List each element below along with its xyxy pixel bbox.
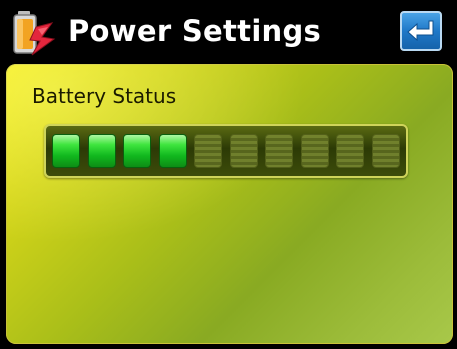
battery-segment-filled	[87, 134, 116, 168]
battery-segment-filled	[158, 134, 187, 168]
battery-segment-empty	[371, 134, 400, 168]
page-title: Power Settings	[68, 14, 322, 48]
return-arrow-icon	[407, 20, 434, 42]
battery-level-meter	[44, 124, 408, 178]
battery-segment-empty	[265, 134, 293, 168]
battery-segment-filled	[52, 134, 80, 168]
battery-segment-empty	[336, 134, 364, 168]
title-bar: Power Settings	[0, 0, 457, 64]
battery-segment-empty	[194, 134, 222, 168]
battery-segment-empty	[300, 134, 329, 168]
battery-power-icon	[13, 11, 56, 56]
battery-segment-filled	[123, 134, 151, 168]
back-button[interactable]	[400, 11, 442, 51]
battery-status-label: Battery Status	[32, 84, 177, 108]
battery-segment-empty	[229, 134, 258, 168]
